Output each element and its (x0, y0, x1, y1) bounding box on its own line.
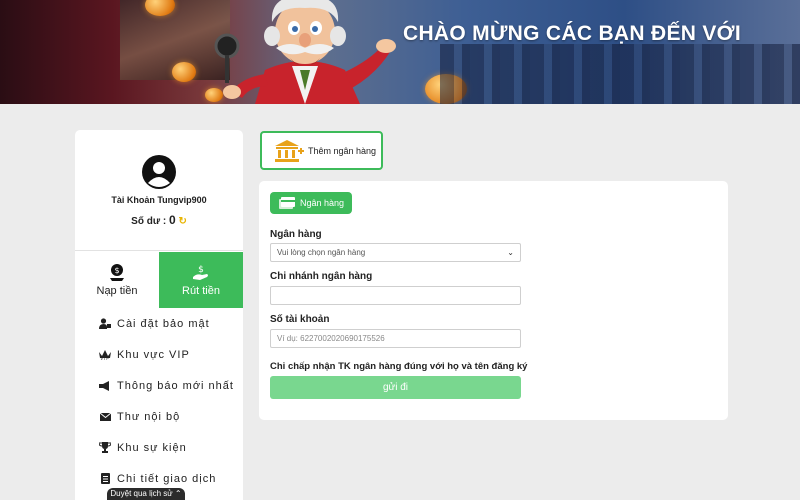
bank-select-placeholder: Vui lòng chọn ngân hàng (277, 248, 366, 257)
bank-tab-pill[interactable]: Ngân hàng (270, 192, 352, 214)
balance-label: Số dư : (131, 216, 167, 227)
avatar-icon (142, 155, 176, 189)
svg-text:$: $ (114, 266, 119, 275)
add-bank-button[interactable]: Thêm ngân hàng (260, 131, 383, 170)
bank-select[interactable]: Vui lòng chọn ngân hàng ⌄ (270, 243, 521, 262)
sidebar-item-vip[interactable]: VIP Khu vực VIP (75, 339, 243, 370)
sidebar-item-label: Khu sự kiện (117, 441, 187, 454)
refresh-icon[interactable]: ↻ (178, 216, 186, 227)
submit-button[interactable]: gửi đi (270, 376, 521, 399)
balance-display: Số dư : 0 ↻ (75, 213, 243, 227)
sidebar-item-events[interactable]: Khu sự kiện (75, 432, 243, 463)
sidebar-item-label: Chi tiết giao dịch (117, 472, 217, 485)
user-lock-icon (99, 318, 111, 330)
megaphone-icon (99, 380, 111, 392)
coin-decoration (172, 62, 196, 82)
branch-input[interactable] (270, 286, 521, 305)
tab-withdraw-label: Rút tiền (182, 285, 220, 297)
svg-text:$: $ (198, 265, 204, 275)
account-name: Tài Khoản Tungvip900 (111, 195, 207, 205)
clipboard-icon (99, 473, 111, 485)
bank-label: Ngân hàng (270, 229, 322, 240)
deposit-icon: $ (110, 264, 124, 281)
sidebar-item-inbox[interactable]: Thư nội bộ (75, 401, 243, 432)
sidebar-item-label: Thông báo mới nhất (117, 379, 234, 392)
account-number-input[interactable] (270, 329, 521, 348)
bank-tab-label: Ngân hàng (300, 198, 345, 208)
tab-withdraw[interactable]: $ Rút tiền (159, 252, 243, 308)
card-icon (279, 197, 295, 209)
withdraw-icon: $ (193, 265, 208, 280)
tab-deposit-label: Nạp tiền (96, 285, 138, 297)
trophy-icon (99, 442, 111, 454)
branch-label: Chi nhánh ngân hàng (270, 271, 373, 282)
sidebar-item-news[interactable]: Thông báo mới nhất (75, 370, 243, 401)
balance-value: 0 (168, 213, 176, 227)
tab-deposit[interactable]: $ Nạp tiền (75, 252, 159, 308)
bank-add-icon (275, 139, 304, 162)
add-bank-label: Thêm ngân hàng (308, 145, 377, 156)
crown-icon: VIP (99, 349, 111, 361)
bank-form-card: Ngân hàng Ngân hàng Vui lòng chọn ngân h… (259, 181, 728, 420)
profile-panel: Tài Khoản Tungvip900 Số dư : 0 ↻ (75, 130, 243, 251)
welcome-banner: CHÀO MỪNG CÁC BẠN ĐẾN VỚI (0, 0, 800, 104)
sidebar-item-label: Thư nội bộ (117, 410, 181, 423)
envelope-icon (99, 411, 111, 423)
account-number-label: Số tài khoản (270, 314, 330, 325)
account-sidebar: Tài Khoản Tungvip900 Số dư : 0 ↻ $ Nạp t… (75, 130, 243, 500)
browse-history-button[interactable]: Duyệt qua lịch sử ⌃ (107, 488, 185, 500)
account-note: Chỉ chấp nhận TK ngân hàng đúng với họ v… (270, 361, 528, 372)
chevron-down-icon: ⌄ (507, 248, 514, 257)
sidebar-menu: Cài đặt bảo mật VIP Khu vực VIP Thông bá… (75, 308, 243, 494)
browse-history-label: Duyệt qua lịch sử (110, 489, 173, 498)
city-skyline-decoration (440, 44, 800, 104)
svg-text:VIP: VIP (100, 356, 109, 360)
sidebar-item-label: Khu vực VIP (117, 348, 190, 361)
sidebar-item-security[interactable]: Cài đặt bảo mật (75, 308, 243, 339)
banner-title: CHÀO MỪNG CÁC BẠN ĐẾN VỚI (403, 22, 742, 45)
sidebar-item-label: Cài đặt bảo mật (117, 317, 210, 330)
mascot-illustration (214, 0, 396, 104)
chevron-up-icon: ⌃ (174, 489, 182, 498)
transaction-tabs: $ Nạp tiền $ Rút tiền (75, 252, 243, 308)
